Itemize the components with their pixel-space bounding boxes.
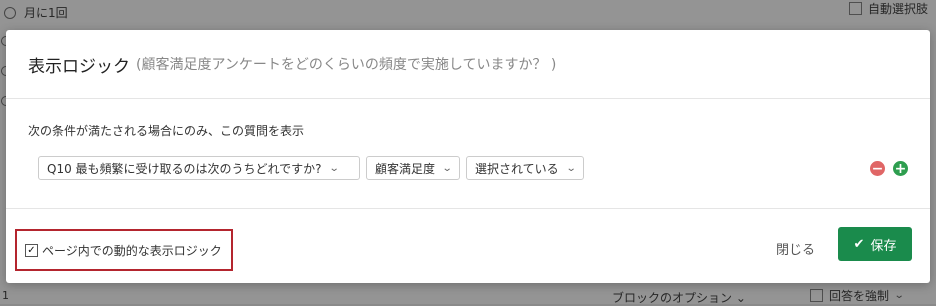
operator-select[interactable]: 選択されている ⌄ bbox=[466, 156, 584, 180]
condition-description: 次の条件が満たされる場合にのみ、この質問を表示 bbox=[28, 124, 305, 138]
remove-condition-icon[interactable]: − bbox=[870, 161, 885, 176]
condition-row: Q10 最も頻繁に受け取るのは次のうちどれですか? ⌄ 顧客満足度 ⌄ 選択され… bbox=[28, 156, 908, 180]
modal-footer: ✓ ページ内での動的な表示ロジック 閉じる ✔ 保存 bbox=[6, 209, 930, 283]
question-select-value: Q10 最も頻繁に受け取るのは次のうちどれですか? bbox=[47, 161, 322, 176]
display-logic-modal: 表示ロジック (顧客満足度アンケートをどのくらいの頻度で実施していますか？ ) … bbox=[6, 30, 930, 283]
chevron-down-icon: ⌄ bbox=[328, 162, 340, 174]
modal-header: 表示ロジック (顧客満足度アンケートをどのくらいの頻度で実施していますか？ ) bbox=[6, 30, 930, 99]
add-condition-icon[interactable]: + bbox=[893, 161, 908, 176]
modal-body: 次の条件が満たされる場合にのみ、この質問を表示 Q10 最も頻繁に受け取るのは次… bbox=[6, 99, 930, 209]
chevron-down-icon: ⌄ bbox=[565, 162, 577, 174]
choice-select-value: 顧客満足度 bbox=[375, 161, 436, 176]
dynamic-logic-label: ページ内での動的な表示ロジック bbox=[42, 243, 222, 258]
save-button[interactable]: ✔ 保存 bbox=[838, 227, 912, 261]
operator-select-value: 選択されている bbox=[475, 161, 559, 176]
dynamic-logic-checkbox[interactable]: ✓ bbox=[25, 243, 38, 257]
save-button-label: 保存 bbox=[870, 238, 897, 254]
dynamic-logic-highlight: ✓ ページ内での動的な表示ロジック bbox=[15, 229, 233, 271]
question-select[interactable]: Q10 最も頻繁に受け取るのは次のうちどれですか? ⌄ bbox=[38, 156, 360, 180]
close-button[interactable]: 閉じる bbox=[776, 239, 815, 258]
modal-subtitle: (顧客満足度アンケートをどのくらいの頻度で実施していますか？ ) bbox=[136, 57, 557, 73]
modal-title: 表示ロジック bbox=[28, 56, 130, 77]
choice-select[interactable]: 顧客満足度 ⌄ bbox=[366, 156, 460, 180]
condition-actions: − + bbox=[870, 161, 908, 176]
chevron-down-icon: ⌄ bbox=[441, 162, 453, 174]
checkmark-icon: ✔ bbox=[853, 236, 865, 252]
